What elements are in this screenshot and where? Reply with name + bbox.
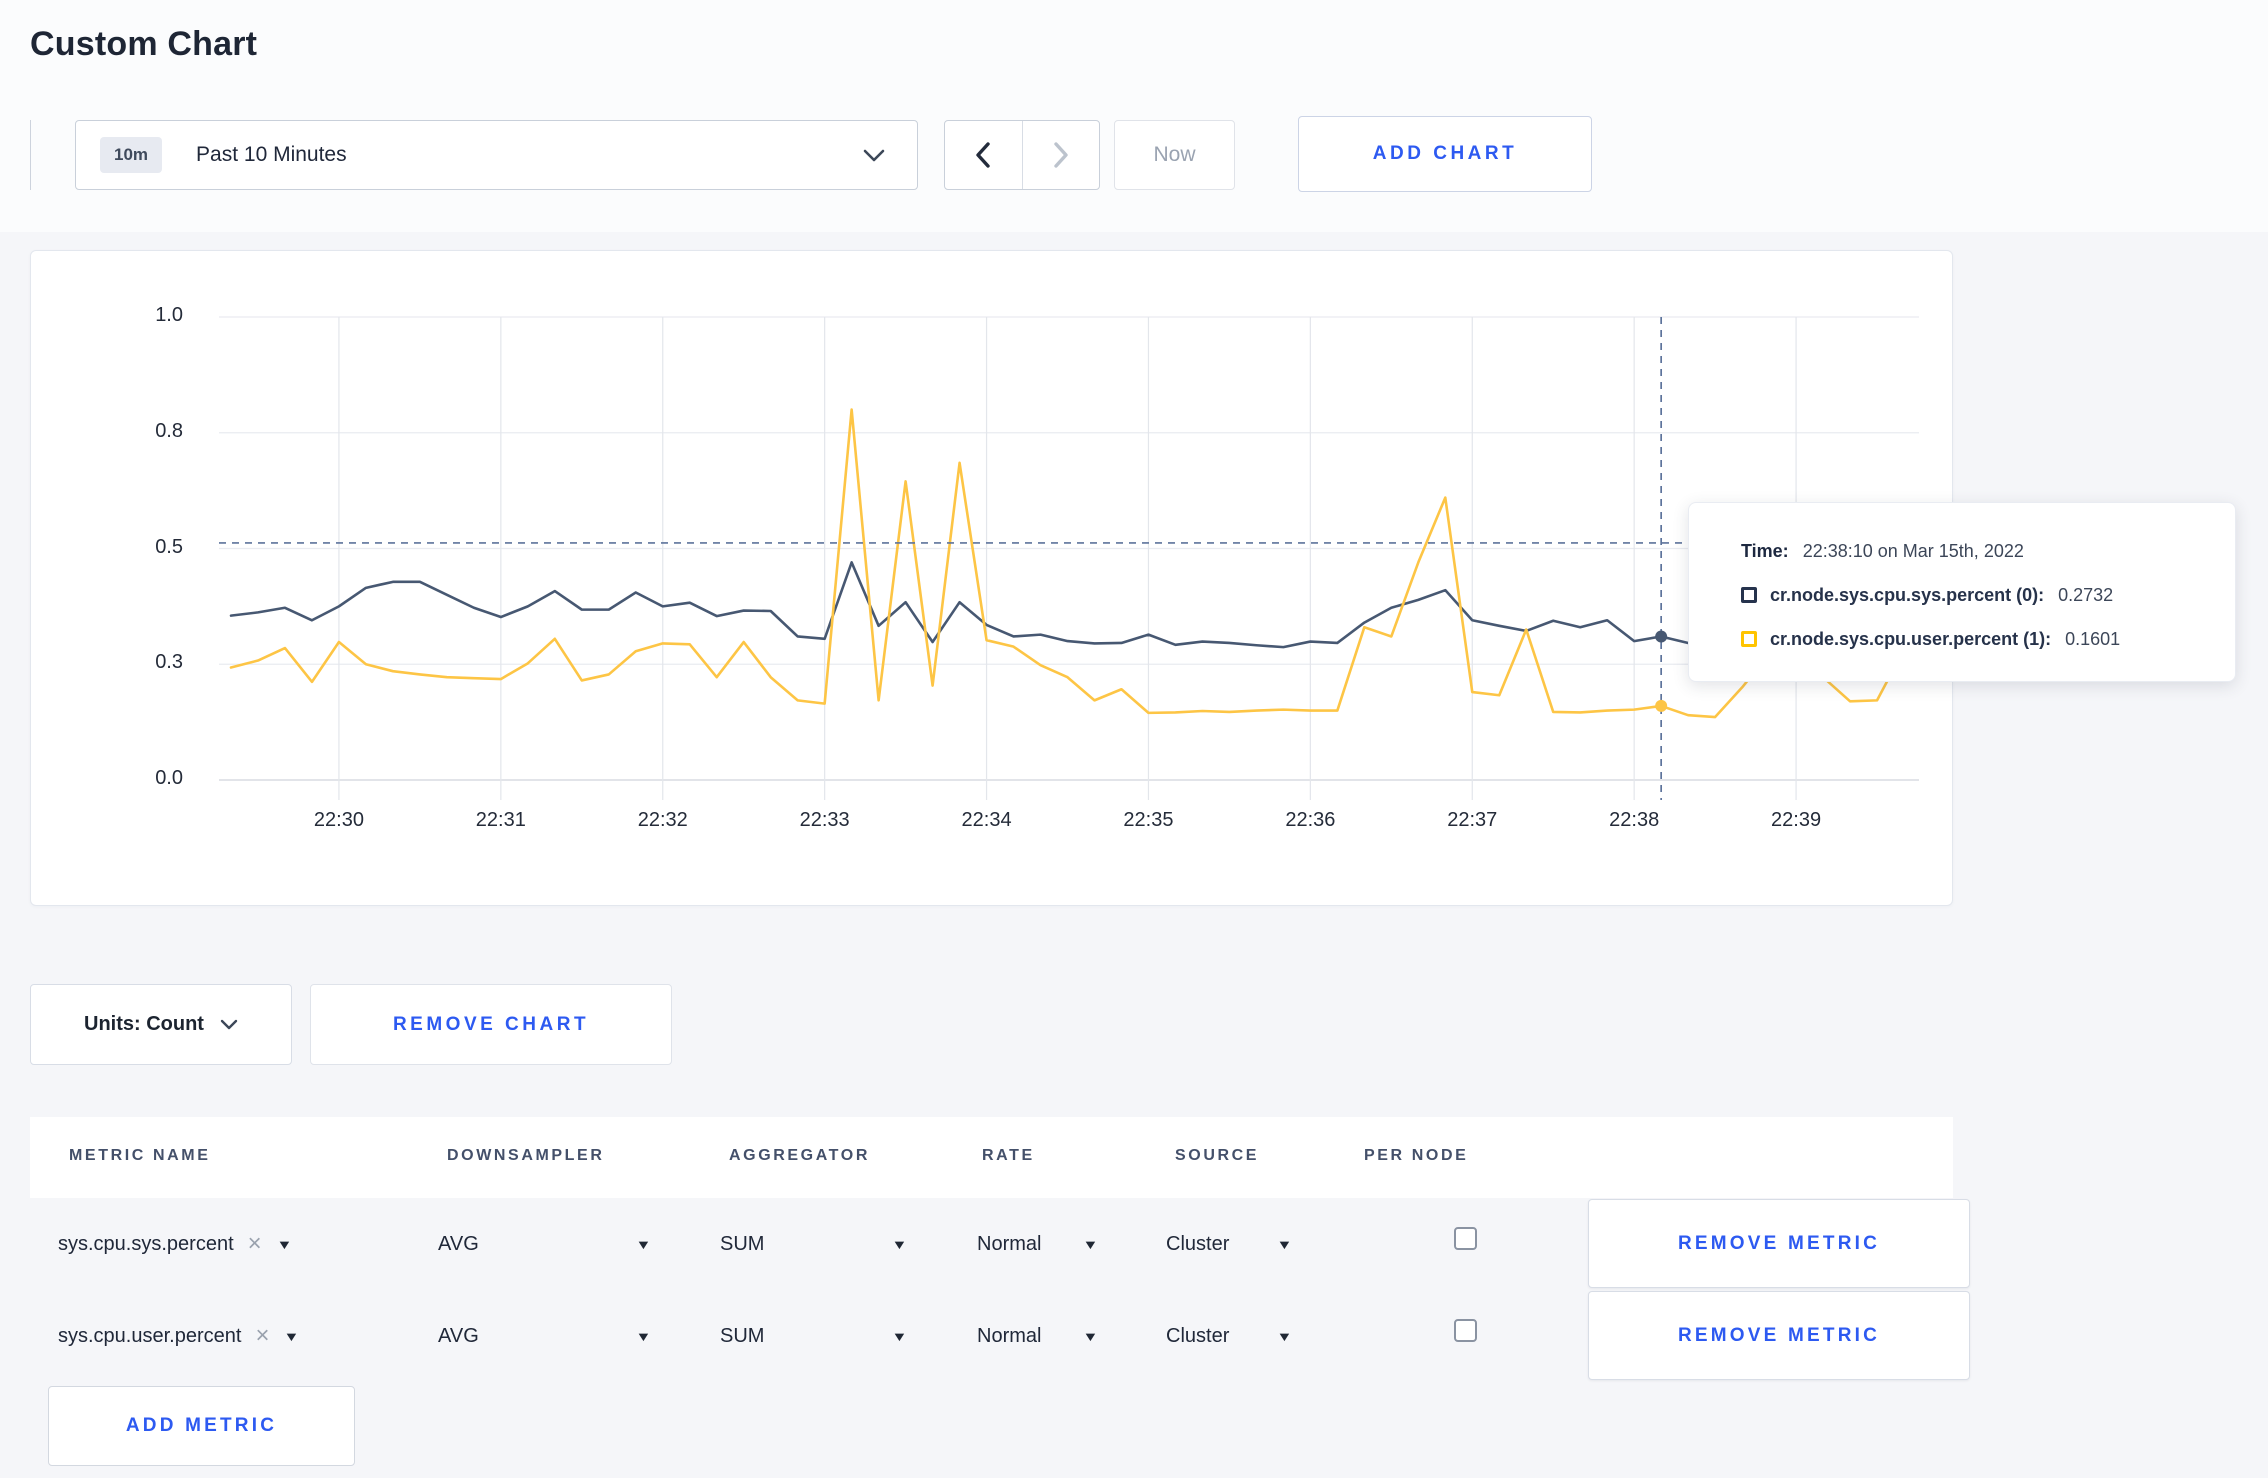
tooltip-time-row: Time: 22:38:10 on Mar 15th, 2022: [1741, 529, 2235, 573]
metric-row: sys.cpu.sys.percent × ▼ AVG ▼ SUM ▼ Norm…: [30, 1199, 1970, 1289]
per-node-checkbox[interactable]: [1454, 1227, 1477, 1250]
next-range-button[interactable]: [1023, 121, 1100, 189]
x-axis-tick-label: 22:37: [1447, 809, 1498, 831]
tooltip-series-row: cr.node.sys.cpu.sys.percent (0): 0.2732: [1741, 573, 2235, 617]
custom-chart-page: Custom Chart 10m Past 10 Minutes Now ADD…: [0, 0, 2268, 1478]
rate-value: Normal: [977, 1324, 1042, 1347]
source-dropdown[interactable]: Cluster ▼: [1166, 1291, 1293, 1381]
x-axis-tick-label: 22:33: [799, 809, 850, 831]
aggregator-dropdown[interactable]: SUM ▼: [720, 1199, 908, 1289]
column-header-rate: RATE: [982, 1147, 1035, 1164]
time-range-badge: 10m: [100, 137, 163, 173]
caret-down-icon: ▼: [1082, 1236, 1099, 1252]
y-axis-tick-label: 0.8: [155, 419, 183, 442]
x-axis-tick-label: 22:39: [1771, 809, 1822, 831]
x-axis-tick-label: 22:38: [1609, 809, 1660, 831]
chevron-right-icon: [1054, 142, 1068, 168]
column-header-downsampler: DOWNSAMPLER: [447, 1147, 605, 1164]
x-axis-tick-label: 22:30: [313, 809, 364, 831]
tooltip-series-value: 0.1601: [2065, 628, 2121, 649]
header-background: [0, 0, 2268, 232]
series-swatch-icon: [1741, 587, 1757, 603]
rate-dropdown[interactable]: Normal ▼: [977, 1199, 1099, 1289]
caret-down-icon: ▼: [635, 1328, 652, 1344]
aggregator-value: SUM: [720, 1324, 765, 1347]
y-axis-tick-label: 0.0: [155, 767, 183, 789]
rate-value: Normal: [977, 1232, 1042, 1255]
caret-down-icon: ▼: [1276, 1236, 1293, 1252]
time-range-select[interactable]: 10m Past 10 Minutes: [75, 120, 918, 190]
x-axis-tick-label: 22:35: [1123, 809, 1174, 831]
remove-metric-button[interactable]: REMOVE METRIC: [1588, 1291, 1970, 1380]
downsampler-dropdown[interactable]: AVG ▼: [438, 1199, 652, 1289]
x-axis-tick-label: 22:36: [1285, 809, 1336, 831]
per-node-checkbox[interactable]: [1454, 1319, 1477, 1342]
page-title: Custom Chart: [30, 24, 258, 63]
chevron-down-icon: [863, 149, 885, 162]
source-value: Cluster: [1166, 1232, 1230, 1255]
chart-card: 0.0 0.3 0.5 0.8 1.0 22:30 22:31 22:32 22:33 22:34…: [30, 250, 1953, 906]
chart-plot[interactable]: [191, 307, 1941, 867]
tooltip-series-name: cr.node.sys.cpu.user.percent (1):: [1770, 628, 2052, 649]
downsampler-value: AVG: [438, 1232, 479, 1255]
time-range-label: Past 10 Minutes: [196, 143, 347, 166]
caret-down-icon: ▼: [1276, 1328, 1293, 1344]
metric-name-dropdown[interactable]: sys.cpu.sys.percent × ▼: [58, 1199, 293, 1289]
prev-range-button[interactable]: [945, 121, 1023, 189]
source-value: Cluster: [1166, 1324, 1230, 1347]
tooltip-time-label: Time:: [1741, 540, 1789, 561]
tooltip-series-row: cr.node.sys.cpu.user.percent (1): 0.1601: [1741, 617, 2235, 661]
tooltip-series-value: 0.2732: [2058, 584, 2114, 605]
remove-chart-button[interactable]: REMOVE CHART: [310, 984, 672, 1065]
column-header-source: SOURCE: [1175, 1147, 1260, 1164]
caret-down-icon: ▼: [635, 1236, 652, 1252]
source-dropdown[interactable]: Cluster ▼: [1166, 1199, 1293, 1289]
x-axis-tick-label: 22:34: [961, 809, 1012, 831]
caret-down-icon: ▼: [891, 1328, 908, 1344]
x-axis-tick-label: 22:31: [475, 809, 526, 831]
caret-down-icon: ▼: [891, 1236, 908, 1252]
remove-metric-button[interactable]: REMOVE METRIC: [1588, 1199, 1970, 1288]
series-swatch-icon: [1741, 631, 1757, 647]
add-metric-button[interactable]: ADD METRIC: [48, 1386, 355, 1466]
metric-row: sys.cpu.user.percent × ▼ AVG ▼ SUM ▼ Nor…: [30, 1291, 1970, 1381]
tooltip-time-value: 22:38:10 on Mar 15th, 2022: [1802, 540, 2024, 561]
chevron-down-icon: [220, 1019, 238, 1029]
column-header-metric-name: METRIC NAME: [69, 1147, 211, 1164]
column-header-per-node: PER NODE: [1364, 1147, 1469, 1164]
y-axis-tick-label: 0.5: [155, 535, 183, 558]
y-axis-tick-label: 0.3: [155, 651, 183, 674]
rate-dropdown[interactable]: Normal ▼: [977, 1291, 1099, 1381]
metric-name-value: sys.cpu.user.percent: [58, 1324, 242, 1347]
units-select[interactable]: Units: Count: [30, 984, 292, 1065]
aggregator-dropdown[interactable]: SUM ▼: [720, 1291, 908, 1381]
caret-down-icon: ▼: [276, 1236, 293, 1252]
downsampler-value: AVG: [438, 1324, 479, 1347]
metric-name-dropdown[interactable]: sys.cpu.user.percent × ▼: [58, 1291, 300, 1381]
metric-name-value: sys.cpu.sys.percent: [58, 1232, 234, 1255]
toolbar-left-divider: [30, 120, 31, 190]
column-header-aggregator: AGGREGATOR: [729, 1147, 870, 1164]
aggregator-value: SUM: [720, 1232, 765, 1255]
x-axis-tick-label: 22:32: [637, 809, 688, 831]
chevron-left-icon: [976, 142, 990, 168]
clear-metric-icon[interactable]: ×: [255, 1322, 269, 1350]
clear-metric-icon[interactable]: ×: [248, 1230, 262, 1258]
y-axis-tick-label: 1.0: [155, 304, 183, 326]
caret-down-icon: ▼: [1082, 1328, 1099, 1344]
units-label: Units: Count: [84, 1013, 204, 1035]
tooltip-series-name: cr.node.sys.cpu.sys.percent (0):: [1770, 584, 2045, 605]
now-button[interactable]: Now: [1114, 120, 1235, 190]
caret-down-icon: ▼: [283, 1328, 300, 1344]
add-chart-button[interactable]: ADD CHART: [1298, 116, 1592, 192]
metrics-table-header: METRIC NAME DOWNSAMPLER AGGREGATOR RATE …: [30, 1117, 1953, 1198]
downsampler-dropdown[interactable]: AVG ▼: [438, 1291, 652, 1381]
time-pager: [944, 120, 1100, 190]
chart-tooltip: Time: 22:38:10 on Mar 15th, 2022 cr.node…: [1688, 502, 2236, 682]
